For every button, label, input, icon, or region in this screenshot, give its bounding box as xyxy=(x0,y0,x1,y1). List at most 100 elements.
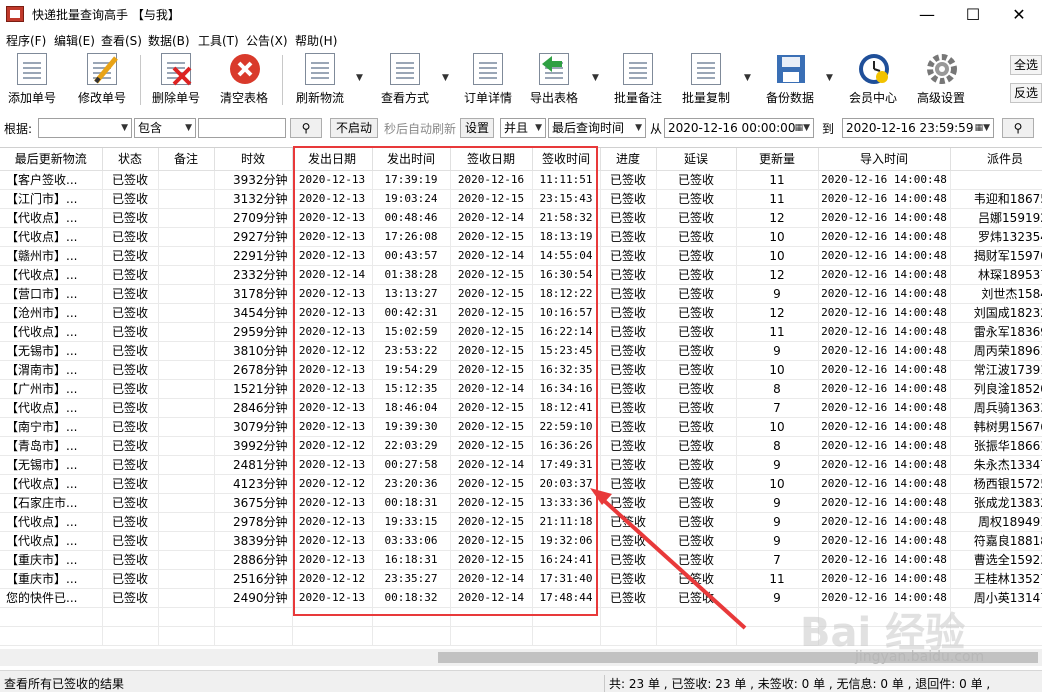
column-header[interactable]: 状态 xyxy=(102,148,159,171)
refresh-list-icon xyxy=(305,53,335,85)
table-cell: 15:02:59 xyxy=(372,322,451,342)
auto-refresh-toggle[interactable]: 不启动 xyxy=(330,118,378,138)
table-row[interactable]: 您的快件已... 已签收 2490分钟 2020-12-13 00:18:32 2020-… xyxy=(0,588,1042,608)
menu-help[interactable]: 帮助(H) xyxy=(295,32,337,49)
auto-refresh-settings-button[interactable]: 设置 xyxy=(460,118,494,138)
table-row[interactable]: 【青岛市】... 已签收 3992分钟 2020-12-12 22:03:29 2020-… xyxy=(0,436,1042,456)
table-row[interactable]: 【代收点】... 已签收 2709分钟 2020-12-13 00:48:46 2020-… xyxy=(0,208,1042,228)
table-cell: 已签收 xyxy=(656,246,737,266)
table-cell: 常江波173910 xyxy=(950,360,1042,380)
menu-program[interactable]: 程序(F) xyxy=(6,32,46,49)
table-row[interactable]: 【代收点】... 已签收 2332分钟 2020-12-14 01:38:28 2020-… xyxy=(0,265,1042,285)
backup-dropdown-arrow-icon[interactable]: ▼ xyxy=(826,73,833,83)
select-all-button[interactable]: 全选 xyxy=(1010,55,1042,75)
backup-data-button[interactable]: 备份数据 xyxy=(762,53,818,111)
table-row[interactable]: 【重庆市】... 已签收 2516分钟 2020-12-12 23:35:27 2020-… xyxy=(0,569,1042,589)
view-dropdown-arrow-icon[interactable]: ▼ xyxy=(442,73,449,83)
table-cell: 3932分钟 xyxy=(214,170,293,190)
table-cell: 3132分钟 xyxy=(214,189,293,209)
table-cell xyxy=(600,626,657,646)
table-cell: 2678分钟 xyxy=(214,360,293,380)
delete-tracking-button[interactable]: 删除单号 xyxy=(148,53,204,111)
time-field-select[interactable]: 最后查询时间 ▼ xyxy=(548,118,646,138)
column-header[interactable]: 发出日期 xyxy=(292,148,373,171)
calendar-dropdown-icon: ▦▼ xyxy=(794,123,810,133)
filter-value-input[interactable] xyxy=(198,118,286,138)
column-header[interactable]: 导入时间 xyxy=(818,148,951,171)
table-row[interactable]: 【江门市】... 已签收 3132分钟 2020-12-13 19:03:24 2020-… xyxy=(0,189,1042,209)
table-row[interactable]: 【代收点】... 已签收 2978分钟 2020-12-13 19:33:15 2020-… xyxy=(0,512,1042,532)
invert-selection-button[interactable]: 反选 xyxy=(1010,83,1042,103)
table-row[interactable]: 【广州市】... 已签收 1521分钟 2020-12-13 15:12:35 2020-… xyxy=(0,379,1042,399)
minimize-button[interactable]: — xyxy=(904,0,950,30)
menu-data[interactable]: 数据(B) xyxy=(148,32,190,49)
batch-copy-button[interactable]: 批量复制 xyxy=(678,53,734,111)
table-row[interactable]: 【南宁市】... 已签收 3079分钟 2020-12-13 19:39:30 2020-… xyxy=(0,417,1042,437)
view-mode-button[interactable]: 查看方式 xyxy=(374,53,436,111)
edit-tracking-button[interactable]: 修改单号 xyxy=(74,53,130,111)
menu-notice[interactable]: 公告(X) xyxy=(246,32,288,49)
horizontal-scrollbar[interactable] xyxy=(0,649,1042,666)
search-button[interactable]: ⚲ xyxy=(290,118,322,138)
table-row[interactable]: 【代收点】... 已签收 2846分钟 2020-12-13 18:46:04 2020-… xyxy=(0,398,1042,418)
date-to-picker[interactable]: 2020-12-16 23:59:59 ▦▼ xyxy=(842,118,994,138)
filter-field-select[interactable]: ▼ xyxy=(38,118,132,138)
menu-edit[interactable]: 编辑(E) xyxy=(54,32,95,49)
menu-tools[interactable]: 工具(T) xyxy=(198,32,239,49)
table-cell xyxy=(158,417,215,437)
column-header[interactable]: 派件员 xyxy=(950,148,1042,171)
table-cell: 已签收 xyxy=(656,455,737,475)
table-row[interactable]: 【营口市】... 已签收 3178分钟 2020-12-13 13:13:27 2020-… xyxy=(0,284,1042,304)
batch-note-button[interactable]: 批量备注 xyxy=(610,53,666,111)
table-row[interactable]: 【无锡市】... 已签收 2481分钟 2020-12-13 00:27:58 2020-… xyxy=(0,455,1042,475)
table-row[interactable]: 【代收点】... 已签收 4123分钟 2020-12-12 23:20:36 2020-… xyxy=(0,474,1042,494)
export-dropdown-arrow-icon[interactable]: ▼ xyxy=(592,73,599,83)
order-detail-button[interactable]: 订单详情 xyxy=(460,53,516,111)
clear-table-button[interactable]: 清空表格 xyxy=(214,53,274,111)
table-row[interactable]: 【代收点】... 已签收 2959分钟 2020-12-13 15:02:59 2020-… xyxy=(0,322,1042,342)
table-cell: 8 xyxy=(736,436,819,456)
table-cell: 【青岛市】... xyxy=(0,436,103,456)
column-header[interactable]: 签收时间 xyxy=(532,148,601,171)
table-row[interactable]: 【客户签收... 已签收 3932分钟 2020-12-13 17:39:19 2020-… xyxy=(0,170,1042,190)
table-cell xyxy=(0,626,103,646)
maximize-button[interactable]: ☐ xyxy=(950,0,996,30)
table-row[interactable]: 【重庆市】... 已签收 2886分钟 2020-12-13 16:18:31 2020-… xyxy=(0,550,1042,570)
column-header[interactable]: 时效 xyxy=(214,148,293,171)
table-cell: 9 xyxy=(736,341,819,361)
refresh-logistics-button[interactable]: 刷新物流 xyxy=(292,53,348,111)
table-cell: 2020-12-16 14:00:48 xyxy=(818,227,951,247)
table-row[interactable]: 【代收点】... 已签收 3839分钟 2020-12-13 03:33:06 2020-… xyxy=(0,531,1042,551)
add-tracking-button[interactable]: 添加单号 xyxy=(4,53,60,111)
table-row[interactable]: 【渭南市】... 已签收 2678分钟 2020-12-13 19:54:29 2020-… xyxy=(0,360,1042,380)
column-header[interactable]: 延误 xyxy=(656,148,737,171)
table-cell: 已签收 xyxy=(600,379,657,399)
menu-view[interactable]: 查看(S) xyxy=(101,32,142,49)
table-row[interactable]: 【沧州市】... 已签收 3454分钟 2020-12-13 00:42:31 2020-… xyxy=(0,303,1042,323)
close-button[interactable]: ✕ xyxy=(996,0,1042,30)
logic-select[interactable]: 并且 ▼ xyxy=(500,118,546,138)
member-center-button[interactable]: 会员中心 xyxy=(842,53,904,111)
export-table-button[interactable]: 导出表格 xyxy=(526,53,582,111)
refresh-dropdown-arrow-icon[interactable]: ▼ xyxy=(356,73,363,83)
date-search-button[interactable]: ⚲ xyxy=(1002,118,1034,138)
scrollbar-thumb[interactable] xyxy=(438,652,1038,663)
table-row[interactable]: 【代收点】... 已签收 2927分钟 2020-12-13 17:26:08 2020-… xyxy=(0,227,1042,247)
filter-operator-select[interactable]: 包含 ▼ xyxy=(134,118,196,138)
column-header[interactable]: 发出时间 xyxy=(372,148,451,171)
table-row[interactable]: 【赣州市】... 已签收 2291分钟 2020-12-13 00:43:57 2020-… xyxy=(0,246,1042,266)
column-header[interactable]: 签收日期 xyxy=(450,148,533,171)
table-cell: 已签收 xyxy=(600,170,657,190)
table-cell: 22:03:29 xyxy=(372,436,451,456)
table-row[interactable]: 【石家庄市... 已签收 3675分钟 2020-12-13 00:18:31 2020-… xyxy=(0,493,1042,513)
advanced-settings-button[interactable]: 高级设置 xyxy=(910,53,972,111)
column-header[interactable]: 进度 xyxy=(600,148,657,171)
table-cell: 00:27:58 xyxy=(372,455,451,475)
column-header[interactable]: 更新量 xyxy=(736,148,819,171)
column-header[interactable]: 最后更新物流 xyxy=(0,148,103,171)
date-from-picker[interactable]: 2020-12-16 00:00:00 ▦▼ xyxy=(664,118,814,138)
table-cell xyxy=(158,531,215,551)
column-header[interactable]: 备注 xyxy=(158,148,215,171)
copy-dropdown-arrow-icon[interactable]: ▼ xyxy=(744,73,751,83)
table-row[interactable]: 【无锡市】... 已签收 3810分钟 2020-12-12 23:53:22 2020-… xyxy=(0,341,1042,361)
